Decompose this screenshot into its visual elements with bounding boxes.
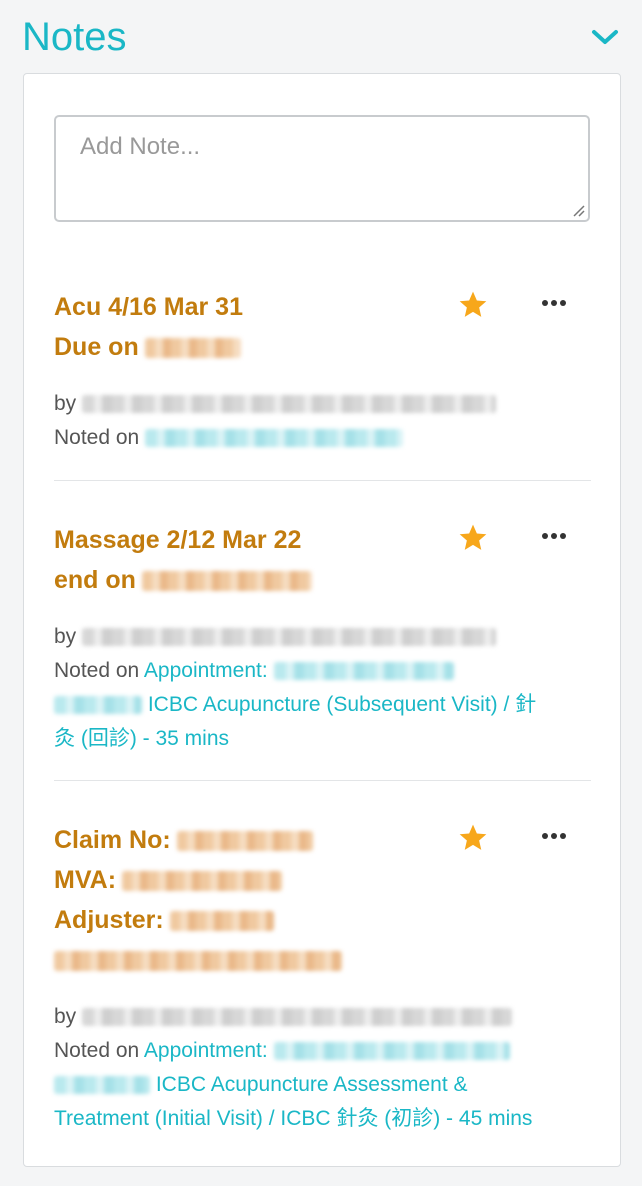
note-item: Acu 4/16 Mar 31 Due on by Noted on	[54, 287, 591, 455]
note-item: Massage 2/12 Mar 22 end on by Noted on A…	[54, 520, 591, 756]
add-note-placeholder: Add Note...	[80, 133, 201, 160]
note-end: end on	[54, 560, 591, 600]
note-divider	[54, 480, 591, 481]
redacted-date	[141, 571, 312, 592]
add-note-field[interactable]: Add Note...	[54, 115, 590, 222]
more-options-icon[interactable]	[541, 299, 567, 307]
redacted-author	[82, 1008, 513, 1027]
more-options-icon[interactable]	[541, 532, 567, 540]
redacted-link[interactable]	[54, 696, 142, 715]
star-icon[interactable]	[457, 822, 489, 854]
note-noted-on: Noted on Appointment:	[54, 1034, 591, 1068]
star-icon[interactable]	[457, 522, 489, 554]
note-noted-on: Noted on Appointment:	[54, 654, 591, 688]
note-title: Acu 4/16 Mar 31	[54, 293, 243, 321]
appointment-link-text[interactable]: ICBC Acupuncture Assessment &	[156, 1073, 468, 1096]
notes-header: Notes	[22, 12, 624, 62]
redacted-link[interactable]	[145, 429, 404, 448]
note-noted-on-cont: ICBC Acupuncture Assessment &	[54, 1068, 591, 1102]
redacted-date	[144, 338, 241, 359]
more-options-icon[interactable]	[541, 832, 567, 840]
redacted-link[interactable]	[273, 1042, 510, 1061]
star-icon[interactable]	[457, 289, 489, 321]
note-title: Massage 2/12 Mar 22	[54, 526, 302, 554]
note-title: Claim No:	[54, 820, 591, 860]
resize-handle-icon[interactable]	[570, 202, 586, 218]
note-adjuster: Adjuster:	[54, 900, 591, 940]
note-divider	[54, 780, 591, 781]
note-email	[54, 940, 591, 980]
note-author: by	[54, 1000, 591, 1034]
notes-panel: Add Note... Acu 4/16 Mar 31 Due on by No…	[23, 73, 621, 1167]
section-title: Notes	[22, 15, 127, 59]
appointment-link-text[interactable]: Treatment (Initial Visit) / ICBC 針灸 (初診)…	[54, 1107, 532, 1130]
redacted-date	[122, 871, 283, 892]
appointment-link[interactable]: Appointment:	[144, 1039, 268, 1062]
redacted-link[interactable]	[54, 1076, 150, 1095]
note-noted-on-cont: ICBC Acupuncture (Subsequent Visit) / 針	[54, 688, 591, 722]
appointment-link[interactable]: Appointment:	[144, 659, 268, 682]
redacted-name	[169, 911, 274, 932]
note-noted-on-cont: 灸 (回診) - 35 mins	[54, 722, 591, 756]
note-item: Claim No: MVA: Adjuster: by Noted on App…	[54, 820, 591, 1136]
redacted-author	[82, 628, 497, 647]
note-due: Due on	[54, 327, 591, 367]
note-author: by	[54, 387, 591, 421]
redacted-link[interactable]	[273, 662, 454, 681]
redacted-claim	[176, 831, 313, 852]
redacted-author	[82, 395, 497, 414]
note-mva: MVA:	[54, 860, 591, 900]
appointment-link-text[interactable]: ICBC Acupuncture (Subsequent Visit) / 針	[148, 693, 536, 716]
note-noted-on: Noted on	[54, 421, 591, 455]
chevron-down-icon[interactable]	[590, 26, 620, 48]
note-author: by	[54, 620, 591, 654]
appointment-link-text[interactable]: 灸 (回診) - 35 mins	[54, 727, 229, 750]
note-noted-on-cont: Treatment (Initial Visit) / ICBC 針灸 (初診)…	[54, 1102, 591, 1136]
redacted-email	[54, 951, 342, 972]
